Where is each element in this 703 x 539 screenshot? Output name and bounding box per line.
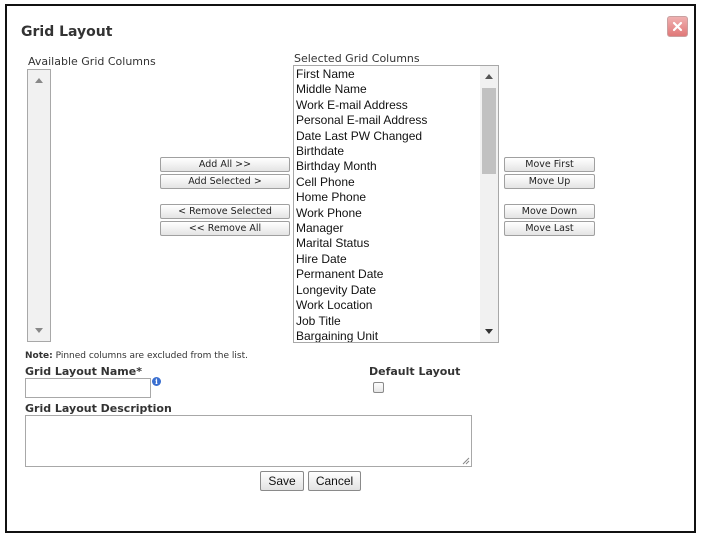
selected-column-option[interactable]: Middle Name xyxy=(294,82,480,97)
close-x-icon xyxy=(672,21,683,32)
selected-column-option[interactable]: Work E-mail Address xyxy=(294,98,480,113)
selected-columns-label: Selected Grid Columns xyxy=(294,52,420,65)
remove-selected-button[interactable]: < Remove Selected xyxy=(160,204,290,219)
selected-list-scrollbar[interactable] xyxy=(480,66,498,342)
selected-column-option[interactable]: First Name xyxy=(294,67,480,82)
scroll-down-arrow-icon[interactable] xyxy=(485,329,493,334)
default-layout-label: Default Layout xyxy=(369,365,461,378)
selected-column-option[interactable]: Home Phone xyxy=(294,190,480,205)
add-all-button[interactable]: Add All >> xyxy=(160,157,290,172)
available-list-scrollbar[interactable] xyxy=(28,70,50,341)
selected-column-option[interactable]: Personal E-mail Address xyxy=(294,113,480,128)
selected-column-option[interactable]: Hire Date xyxy=(294,252,480,267)
available-columns-label: Available Grid Columns xyxy=(28,55,156,68)
remove-all-button[interactable]: << Remove All xyxy=(160,221,290,236)
add-selected-button[interactable]: Add Selected > xyxy=(160,174,290,189)
move-last-button[interactable]: Move Last xyxy=(504,221,595,236)
note-prefix: Note: xyxy=(25,351,53,361)
selected-column-option[interactable]: Permanent Date xyxy=(294,267,480,282)
grid-layout-dialog: Grid Layout Available Grid Columns Add A… xyxy=(5,4,696,533)
selected-column-option[interactable]: Birthday Month xyxy=(294,159,480,174)
selected-columns-options: First Name Middle Name Work E-mail Address… xyxy=(294,66,480,342)
selected-column-option[interactable]: Job Title xyxy=(294,314,480,329)
selected-column-option[interactable]: Work Location xyxy=(294,298,480,313)
close-button[interactable] xyxy=(667,16,688,37)
resize-grip-icon[interactable] xyxy=(462,457,470,465)
dialog-title: Grid Layout xyxy=(21,24,113,40)
selected-column-option[interactable]: Bargaining Unit xyxy=(294,329,480,342)
grid-layout-description-label: Grid Layout Description xyxy=(25,402,172,415)
move-up-button[interactable]: Move Up xyxy=(504,174,595,189)
available-columns-list[interactable] xyxy=(27,69,51,342)
move-down-button[interactable]: Move Down xyxy=(504,204,595,219)
selected-column-option[interactable]: Manager xyxy=(294,221,480,236)
default-layout-checkbox[interactable] xyxy=(373,382,384,393)
pinned-columns-note: Note: Pinned columns are excluded from t… xyxy=(25,351,248,361)
move-first-button[interactable]: Move First xyxy=(504,157,595,172)
selected-column-option[interactable]: Marital Status xyxy=(294,236,480,251)
save-button[interactable]: Save xyxy=(260,471,304,491)
scroll-up-arrow-icon[interactable] xyxy=(35,78,43,83)
selected-column-option[interactable]: Longevity Date xyxy=(294,283,480,298)
cancel-button[interactable]: Cancel xyxy=(308,471,361,491)
selected-column-option[interactable]: Work Phone xyxy=(294,206,480,221)
info-icon[interactable]: i xyxy=(152,377,161,386)
scroll-up-arrow-icon[interactable] xyxy=(485,74,493,79)
selected-columns-list[interactable]: First Name Middle Name Work E-mail Address… xyxy=(293,65,499,343)
selected-column-option[interactable]: Date Last PW Changed xyxy=(294,129,480,144)
scroll-down-arrow-icon[interactable] xyxy=(35,328,43,333)
selected-column-option[interactable]: Birthdate xyxy=(294,144,480,159)
grid-layout-name-label: Grid Layout Name* xyxy=(25,365,142,378)
selected-column-option[interactable]: Cell Phone xyxy=(294,175,480,190)
grid-layout-name-input[interactable] xyxy=(25,378,151,398)
grid-layout-description-textarea[interactable] xyxy=(25,415,472,467)
scroll-thumb[interactable] xyxy=(482,88,496,174)
note-text: Pinned columns are excluded from the lis… xyxy=(52,351,248,361)
